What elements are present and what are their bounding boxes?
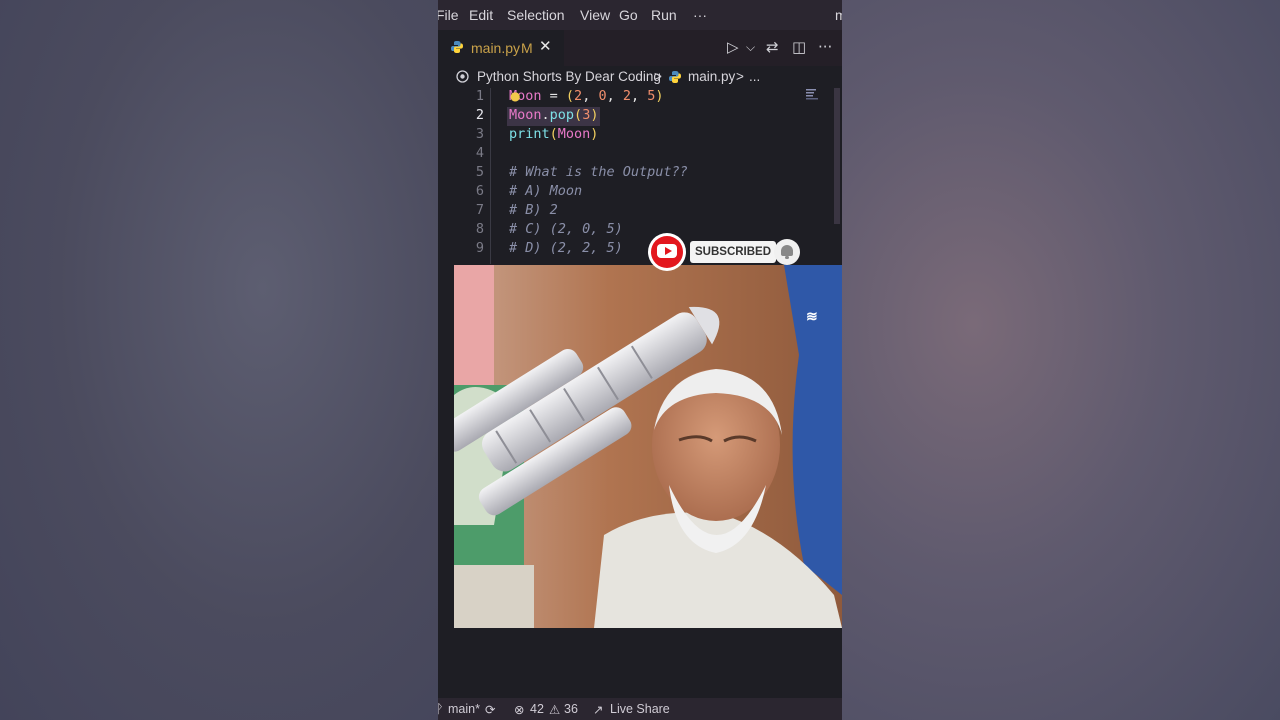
code-comment: # B) 2 (509, 202, 558, 218)
modified-badge: M (521, 40, 533, 56)
sync-icon[interactable]: ⟳ (485, 702, 495, 717)
menu-view[interactable]: View (580, 7, 610, 23)
close-icon[interactable]: ✕ (539, 37, 552, 55)
blurred-background-right (842, 0, 1280, 720)
tab-bar: main.py M ✕ ▷ ⌵ ⇄ ◫ ··· (438, 30, 842, 66)
token-number: 2 (622, 88, 631, 104)
run-icon[interactable]: ▷ (727, 38, 739, 56)
code-comment: # D) (2, 2, 5) (509, 240, 623, 256)
menu-more[interactable]: ··· (693, 7, 707, 23)
folder-symbol-icon (456, 70, 469, 83)
python-file-icon (451, 41, 463, 53)
overlay-photo: ≋ (454, 265, 842, 628)
vscode-window: File Edit Selection View Go Run ··· m ma… (438, 0, 842, 720)
breadcrumb-folder[interactable]: Python Shorts By Dear Coding (477, 69, 661, 84)
code-line-2: Moon.pop(3) (509, 107, 598, 123)
token-operator: = (541, 88, 566, 104)
token-number: 2 (574, 88, 583, 104)
token-variable: Moon (557, 126, 591, 142)
tab-main-py[interactable]: main.py M ✕ (438, 30, 564, 66)
line-number: 9 (475, 240, 484, 256)
menu-selection[interactable]: Selection (507, 7, 565, 23)
error-icon[interactable]: ⊗ (514, 702, 524, 717)
subscribe-overlay[interactable]: SUBSCRIBED (648, 233, 808, 271)
bell-icon (774, 239, 800, 265)
warning-count[interactable]: 36 (564, 702, 578, 716)
warning-icon[interactable]: ⚠ (549, 702, 560, 717)
code-line-3: print(Moon) (509, 126, 598, 142)
token-paren: ( (565, 88, 575, 104)
token-paren: ) (590, 107, 599, 123)
more-actions-icon[interactable]: ··· (818, 38, 832, 56)
token-variable: Moon (509, 107, 542, 123)
menu-go[interactable]: Go (619, 7, 638, 23)
line-number: 3 (475, 126, 484, 142)
token-dot: . (541, 107, 550, 123)
token-comma: , (606, 88, 623, 104)
breadcrumb: Python Shorts By Dear Coding > main.py >… (438, 66, 842, 88)
live-share-icon[interactable]: ↗ (593, 702, 603, 717)
python-file-icon (669, 71, 681, 83)
svg-text:≋: ≋ (806, 308, 818, 324)
status-bar: ᚹ main* ⟳ ⊗ 42 ⚠ 36 ↗ Live Share (438, 698, 842, 720)
breadcrumb-file[interactable]: main.py (688, 69, 735, 84)
minimap[interactable] (806, 88, 824, 102)
breadcrumb-ellipsis[interactable]: ... (749, 69, 760, 84)
token-paren: ( (549, 126, 558, 142)
code-line-1: Moon = (2, 0, 2, 5) (509, 88, 664, 104)
subscribed-label: SUBSCRIBED (690, 241, 777, 263)
compare-changes-icon[interactable]: ⇄ (766, 38, 779, 56)
split-editor-icon[interactable]: ◫ (792, 38, 806, 56)
line-number: 7 (475, 202, 484, 218)
chevron-down-icon[interactable]: ⌵ (746, 40, 755, 55)
token-function: print (509, 126, 550, 142)
token-number: 0 (598, 88, 607, 104)
line-number: 1 (475, 88, 484, 104)
token-comma: , (631, 88, 648, 104)
lightbulb-icon[interactable]: ● (510, 89, 520, 103)
line-number: 6 (475, 183, 484, 199)
youtube-logo-icon (648, 233, 686, 271)
indent-guide (490, 88, 491, 264)
menu-run[interactable]: Run (651, 7, 677, 23)
breadcrumb-separator: > (654, 69, 662, 84)
breadcrumb-separator: > (736, 69, 744, 84)
menu-bar: File Edit Selection View Go Run ··· m (438, 0, 842, 30)
rocket-and-person-illustration: ≋ (454, 265, 842, 628)
menu-file[interactable]: File (438, 7, 459, 23)
token-comma: , (582, 88, 599, 104)
token-method: pop (549, 107, 575, 123)
window-title-fragment: m (835, 7, 842, 23)
code-comment: # C) (2, 0, 5) (509, 221, 623, 237)
tab-filename: main.py (471, 40, 521, 56)
branch-icon[interactable]: ᚹ (438, 702, 444, 716)
line-number-active: 2 (475, 107, 484, 123)
token-paren: ( (574, 107, 583, 123)
menu-edit[interactable]: Edit (469, 7, 493, 23)
error-count[interactable]: 42 (530, 702, 544, 716)
token-paren: ) (655, 88, 664, 104)
line-number: 4 (475, 145, 484, 161)
token-paren: ) (590, 126, 599, 142)
live-share-label[interactable]: Live Share (610, 702, 670, 716)
line-number: 5 (475, 164, 484, 180)
editor-scrollbar[interactable] (834, 88, 840, 224)
line-number: 8 (475, 221, 484, 237)
blurred-background-left (0, 0, 438, 720)
code-comment: # A) Moon (509, 183, 583, 199)
code-comment: # What is the Output?? (509, 164, 688, 180)
branch-name[interactable]: main* (448, 702, 480, 716)
